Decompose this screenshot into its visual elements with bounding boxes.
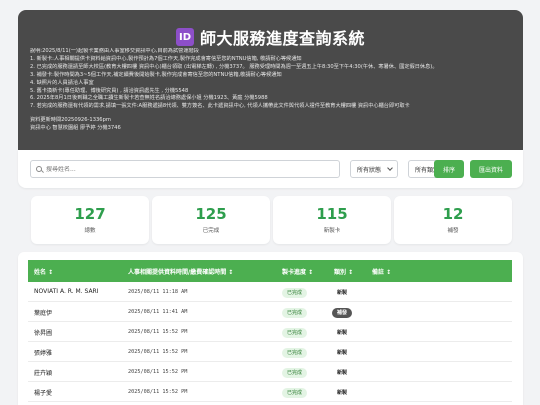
cell-name: 張婷雅 bbox=[34, 350, 53, 357]
cell-name: 徐昇圃 bbox=[34, 330, 53, 337]
search-box[interactable] bbox=[30, 160, 340, 178]
cell-time: 2025/08/11 15:52 PM bbox=[128, 369, 188, 375]
notice-line: 3. 補發卡:製作時間為3~5個工作天,補定續費後開始製卡,製作完成會寄信至您的… bbox=[30, 71, 282, 78]
table-row: 徐昇圃 2025/08/11 15:52 PM 已完成 新製 bbox=[28, 322, 512, 342]
notice-line: 2. 已完成的服務還請至師大校區(教育大樓四樓 資訊中心)櫃台領取 (出電梯左轉… bbox=[30, 63, 438, 70]
table-header: 姓名 ↕ 人事相關提供資料時間/繳費確認時間 ↕ 製卡進度 ↕ 類別 ↕ 備註 … bbox=[28, 260, 512, 282]
category-badge: 補發 bbox=[332, 308, 353, 318]
id-card-icon: ID bbox=[175, 28, 194, 46]
filter-bar: 所有狀態 所有類別 排序 匯出資料 bbox=[18, 150, 523, 188]
cell-name: 葉庭伊 bbox=[34, 310, 53, 317]
notice-text: 說明:2025/8/11(一)起製卡業務由人事室移交資訊中心,目前為試營運階段 … bbox=[30, 48, 515, 133]
status-select[interactable]: 所有狀態 bbox=[350, 160, 398, 178]
header-panel: ID 師大服務進度查詢系統 說明:2025/8/11(一)起製卡業務由人事室移交… bbox=[18, 10, 523, 150]
table-row: NOVIATI A. R. M. SARI 2025/08/11 11:18 A… bbox=[28, 282, 512, 302]
notice-line: 7. 若完成的服務還有代領的需求,請填一張文件:A服務遞請8代領、雙方簽名、此卡… bbox=[30, 103, 410, 110]
cell-time: 2025/08/11 15:52 PM bbox=[128, 329, 188, 335]
stat-card-reissue: 12 補發 bbox=[394, 196, 512, 244]
column-header-remarks[interactable]: 備註 ↕ bbox=[372, 267, 391, 276]
cell-time: 2025/08/11 11:18 AM bbox=[128, 289, 188, 295]
category-badge: 新製 bbox=[333, 348, 352, 358]
cell-name: 莊卉穎 bbox=[34, 370, 53, 377]
sort-button[interactable]: 排序 bbox=[434, 160, 464, 178]
status-badge: 已完成 bbox=[282, 368, 308, 378]
column-header-name[interactable]: 姓名 ↕ bbox=[34, 267, 53, 276]
status-badge: 已完成 bbox=[282, 308, 308, 318]
stat-value: 125 bbox=[195, 205, 227, 223]
progress-table: 姓名 ↕ 人事相關提供資料時間/繳費確認時間 ↕ 製卡進度 ↕ 類別 ↕ 備註 … bbox=[18, 252, 523, 405]
category-badge: 新製 bbox=[333, 388, 352, 398]
cell-name: NOVIATI A. R. M. SARI bbox=[34, 288, 99, 295]
cell-time: 2025/08/11 15:52 PM bbox=[128, 349, 188, 355]
column-header-progress[interactable]: 製卡進度 ↕ bbox=[282, 267, 313, 276]
export-button[interactable]: 匯出資料 bbox=[470, 160, 512, 178]
stat-value: 127 bbox=[74, 205, 106, 223]
contact-info: 資訊中心 智慧校園組 廖予婷 分機3746 bbox=[30, 125, 121, 132]
category-badge: 新製 bbox=[333, 368, 352, 378]
cell-time: 2025/08/11 11:41 AM bbox=[128, 309, 188, 315]
stat-label: 已完成 bbox=[202, 228, 220, 234]
notice-line: 4. 缺照片的人員請洽人事室 bbox=[30, 79, 94, 86]
column-header-time[interactable]: 人事相關提供資料時間/繳費確認時間 ↕ bbox=[128, 267, 233, 276]
status-badge: 已完成 bbox=[282, 288, 308, 298]
notice-line: 說明:2025/8/11(一)起製卡業務由人事室移交資訊中心,目前為試營運階段 bbox=[30, 48, 199, 54]
page-title: 師大服務進度查詢系統 bbox=[199, 29, 365, 48]
update-time: 資料更新時間20250926-1336pm bbox=[30, 117, 111, 124]
stat-value: 12 bbox=[442, 205, 464, 223]
stat-label: 新製卡 bbox=[323, 228, 341, 234]
status-select-value: 所有狀態 bbox=[357, 166, 382, 174]
column-header-category[interactable]: 類別 ↕ bbox=[334, 267, 353, 276]
stat-card-completed: 125 已完成 bbox=[152, 196, 270, 244]
table-row: 張婷雅 2025/08/11 15:52 PM 已完成 新製 bbox=[28, 342, 512, 362]
chevron-down-icon bbox=[387, 165, 393, 171]
notice-line: 1. 新製卡:人事相關提供卡資料給資訊中心,製作預計為7個工作天,製作完成會寄信… bbox=[30, 55, 302, 62]
cell-time: 2025/08/11 15:52 PM bbox=[128, 389, 188, 395]
title-row: ID 師大服務進度查詢系統 bbox=[18, 25, 523, 49]
table-row: 葉庭伊 2025/08/11 11:41 AM 已完成 補發 bbox=[28, 302, 512, 322]
search-input[interactable] bbox=[46, 165, 326, 173]
search-icon bbox=[36, 166, 42, 172]
status-badge: 已完成 bbox=[282, 348, 308, 358]
cell-name: 楊子愛 bbox=[34, 390, 53, 397]
status-badge: 已完成 bbox=[282, 328, 308, 338]
category-badge: 新製 bbox=[333, 288, 352, 298]
status-badge: 已完成 bbox=[282, 388, 308, 398]
stat-label: 補發 bbox=[447, 228, 459, 234]
page: ID 師大服務進度查詢系統 說明:2025/8/11(一)起製卡業務由人事室移交… bbox=[0, 0, 540, 405]
stat-card-new-card: 115 新製卡 bbox=[273, 196, 391, 244]
stat-label: 總數 bbox=[84, 228, 96, 234]
table-row: 楊子愛 2025/08/11 15:52 PM 已完成 新製 bbox=[28, 382, 512, 402]
table-row: 莊卉穎 2025/08/11 15:52 PM 已完成 新製 bbox=[28, 362, 512, 382]
stat-value: 115 bbox=[316, 205, 348, 223]
category-badge: 新製 bbox=[333, 328, 352, 338]
stat-card-total: 127 總數 bbox=[31, 196, 149, 244]
